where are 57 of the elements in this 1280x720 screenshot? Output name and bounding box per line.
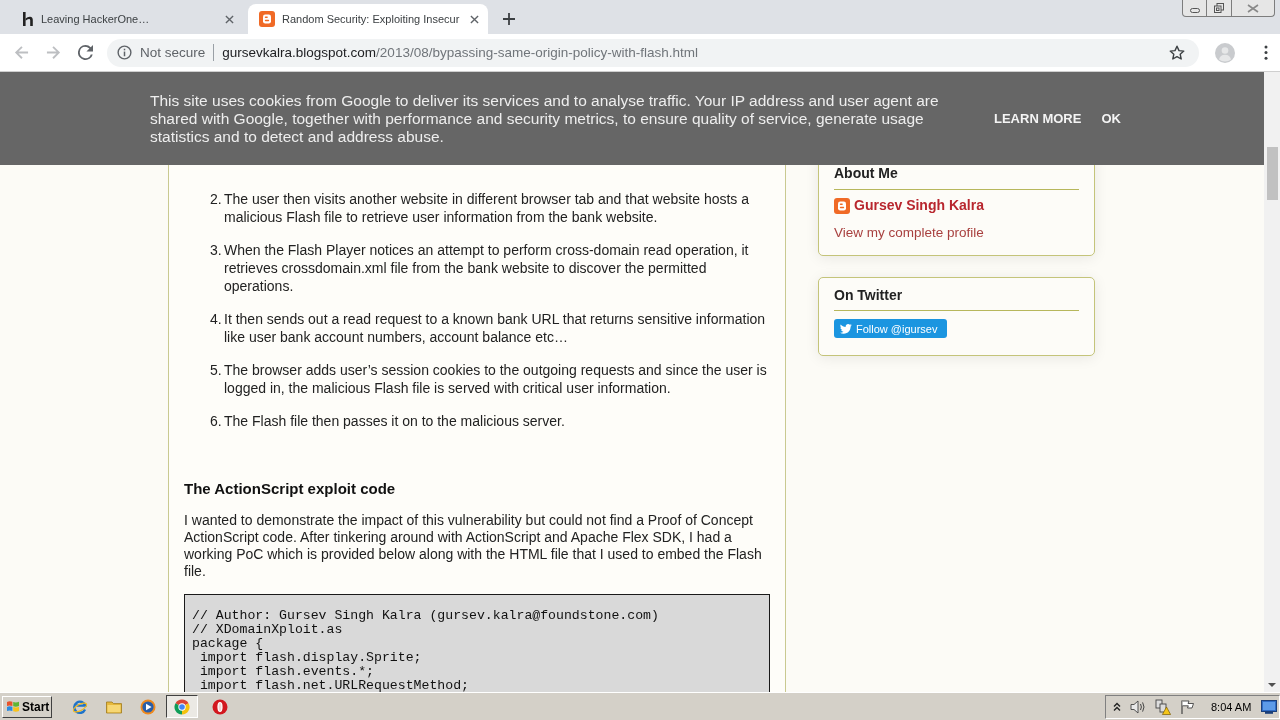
step-number: 3. bbox=[210, 241, 223, 260]
step-text: It then sends out a read request to a known bank URL that returns sensitive information like user bank account numbers, account balance etc… bbox=[224, 310, 767, 346]
show-desktop-icon[interactable] bbox=[1261, 699, 1277, 714]
browser-tab[interactable]: Leaving HackerOne… bbox=[0, 4, 245, 34]
close-icon[interactable] bbox=[225, 14, 234, 24]
cookie-action-link[interactable]: LEARN MORE bbox=[994, 111, 1082, 126]
scroll-down-icon[interactable] bbox=[1268, 683, 1276, 687]
security-label: Not secure bbox=[140, 45, 206, 60]
step-text: The Flash file then passes it on to the malicious server. bbox=[224, 412, 566, 430]
clock-text[interactable]: 8:04 AM bbox=[1211, 700, 1252, 713]
step-text: When the Flash Player notices an attempt to perform cross-domain read operation, it retrieves crossdomain.xml file from the bank website to discover the permitted operations. bbox=[224, 241, 750, 295]
start-button[interactable]: Start bbox=[2, 695, 52, 718]
e-logo-icon[interactable] bbox=[72, 698, 88, 715]
round-logo-icon bbox=[174, 698, 190, 715]
section-heading: The ActionScript exploit code bbox=[184, 479, 397, 499]
blog-logo-icon bbox=[834, 197, 850, 214]
network-warning-icon[interactable] bbox=[1155, 698, 1171, 715]
star-icon[interactable] bbox=[1169, 44, 1185, 61]
flag-logo-icon bbox=[6, 700, 20, 713]
taskbar-button[interactable] bbox=[166, 695, 198, 718]
flag-icon[interactable] bbox=[1180, 698, 1196, 715]
restore-button[interactable] bbox=[1207, 0, 1232, 17]
bird-icon bbox=[840, 323, 852, 334]
address-bar[interactable]: Not secure gursevkalra.blogspot.com/2013/08/bypassing-same-origin-policy-with-flash.html bbox=[107, 38, 1199, 67]
cookie-notice-text: This site uses cookies from Google to deliver its services and to analyse traffic. Your IP address and user agent are shared with Google, together with performance and security metrics, to ensure quality of service, generate usage statistics and to detect and address abuse. bbox=[150, 91, 940, 146]
author-name-link[interactable]: Gursev Singh Kalra bbox=[854, 197, 984, 214]
blog-logo-icon bbox=[259, 11, 275, 27]
cookie-action-link[interactable]: OK bbox=[1101, 111, 1121, 126]
info-icon bbox=[117, 45, 132, 60]
play-icon[interactable] bbox=[140, 698, 156, 715]
reload-icon[interactable] bbox=[78, 45, 93, 60]
menu-icon[interactable] bbox=[1264, 45, 1268, 60]
close-window-button[interactable] bbox=[1232, 0, 1275, 17]
speaker-icon[interactable] bbox=[1130, 698, 1146, 715]
step-text: The user then visits another website in different browser tab and that website hosts a malicious Flash file to retrieve user information from the bank website. bbox=[224, 190, 751, 226]
scrollbar-track[interactable] bbox=[1264, 72, 1280, 692]
profile-link[interactable]: View my complete profile bbox=[834, 224, 984, 241]
scrollbar-thumb[interactable] bbox=[1266, 147, 1278, 200]
step-number: 6. bbox=[210, 412, 223, 430]
plus-icon[interactable] bbox=[503, 13, 515, 25]
widget-title: On Twitter bbox=[834, 286, 1079, 311]
minimize-button[interactable] bbox=[1182, 0, 1207, 17]
code-block: // Author: Gursev Singh Kalra (gursev.kalra@foundstone.com) // XDomainXploit.as package { import flash.display.Sprite; import flash.events.*; import flash.net.URLRequestMethod; bbox=[184, 594, 770, 692]
close-icon[interactable] bbox=[470, 14, 479, 24]
chevron-up-icon[interactable] bbox=[1113, 701, 1121, 712]
h-logo-icon bbox=[23, 12, 34, 26]
body-paragraph: I wanted to demonstrate the impact of this vulnerability but could not find a Proof of Concept ActionScript code. After tinkering around with ActionScript and Apache Flex SDK, I had a working PoC which is provided below along with the HTML file that I used to embed the Flash file. bbox=[184, 512, 763, 580]
step-text: The browser adds user’s session cookies to the outgoing requests and since the user is logged in, the malicious Flash file is served with critical user information. bbox=[224, 361, 768, 397]
close-icon bbox=[1247, 3, 1259, 13]
step-number: 4. bbox=[210, 310, 223, 329]
minimize-icon bbox=[1189, 8, 1200, 13]
ring-logo-icon bbox=[212, 698, 228, 715]
browser-tab[interactable]: Random Security: Exploiting Insecur bbox=[248, 4, 488, 34]
step-number: 5. bbox=[210, 361, 223, 380]
restore-icon bbox=[1214, 3, 1224, 13]
url-text: gursevkalra.blogspot.com/2013/08/bypassing-same-origin-policy-with-flash.html bbox=[222, 45, 698, 60]
step-number: 2. bbox=[210, 190, 223, 209]
